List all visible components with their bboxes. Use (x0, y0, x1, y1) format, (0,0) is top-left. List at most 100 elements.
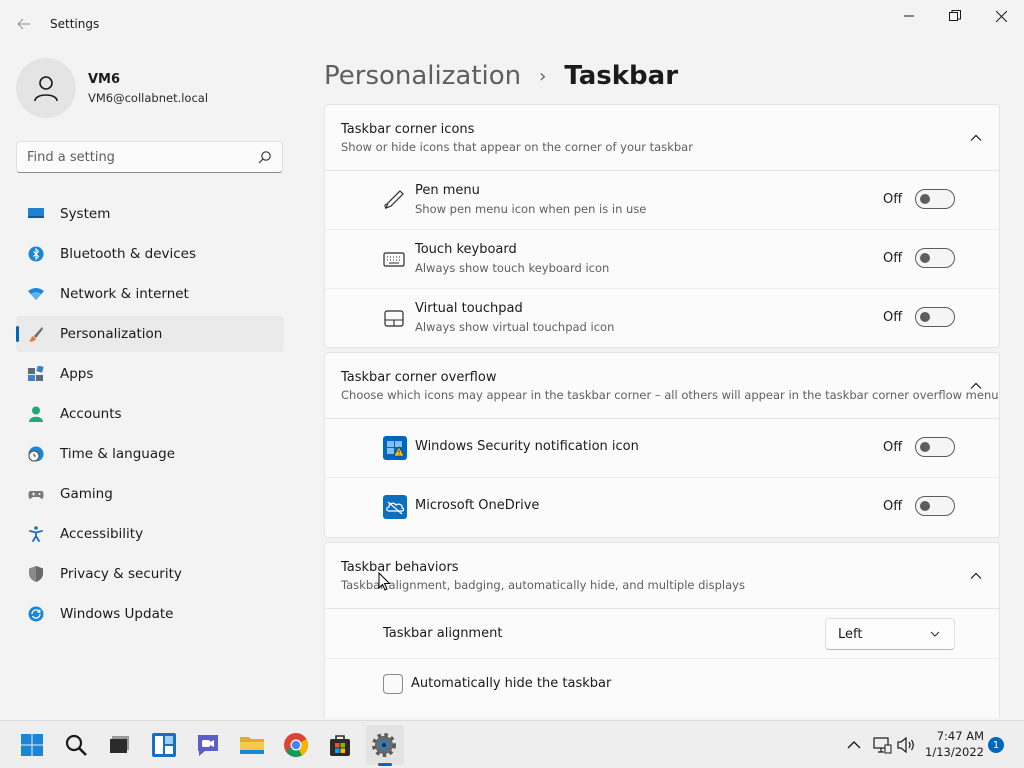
title-bar: Settings (0, 0, 1024, 48)
back-arrow-icon (17, 18, 30, 30)
minimize-button[interactable] (886, 0, 932, 32)
sidebar-item-label: System (60, 206, 111, 222)
store-icon (330, 735, 350, 756)
sidebar-item-label: Gaming (60, 486, 113, 502)
sidebar-item-label: Accounts (60, 406, 122, 422)
corner-overflow-header[interactable]: Taskbar corner overflow Choose which ico… (325, 353, 999, 419)
taskbar-search-button[interactable] (62, 731, 90, 759)
file-explorer-button[interactable] (238, 731, 266, 759)
search-icon (258, 151, 271, 164)
apps-icon (28, 366, 44, 381)
corner-icons-header[interactable]: Taskbar corner icons Show or hide icons … (325, 105, 999, 171)
card-title: Taskbar behaviors (341, 560, 459, 575)
chevron-up-icon[interactable] (969, 131, 983, 145)
sidebar-item-accounts[interactable]: Accounts (16, 396, 284, 432)
taskbar-alignment-select[interactable]: Left (825, 618, 955, 650)
chrome-icon (284, 733, 308, 758)
toggle-state-label: Off (883, 499, 903, 514)
select-value: Left (838, 627, 863, 642)
settings-content[interactable]: Taskbar corner icons Show or hide icons … (324, 104, 1000, 718)
chrome-button[interactable] (282, 731, 310, 759)
keyboard-icon (383, 252, 405, 267)
maximize-button[interactable] (932, 0, 978, 32)
taskbar: 7:47 AM 1/13/2022 1 (0, 720, 1024, 768)
clock[interactable]: 7:47 AM 1/13/2022 (918, 728, 984, 760)
onedrive-row: Microsoft OneDrive Off (325, 478, 999, 537)
breadcrumb: Personalization › Taskbar (324, 58, 678, 94)
chevron-down-icon (930, 631, 940, 637)
page-title: Taskbar (564, 61, 679, 91)
sidebar-item-label: Accessibility (60, 526, 144, 542)
start-button[interactable] (18, 731, 46, 759)
back-button[interactable] (10, 12, 38, 36)
corner-icons-card: Taskbar corner icons Show or hide icons … (324, 104, 1000, 348)
touchpad-icon (384, 310, 404, 327)
network-icon[interactable] (872, 735, 892, 755)
sidebar-item-bluetooth[interactable]: Bluetooth & devices (16, 236, 284, 272)
breadcrumb-parent[interactable]: Personalization (324, 61, 521, 91)
accessibility-icon (29, 526, 43, 542)
toggle-knob (920, 312, 930, 322)
touch-keyboard-toggle[interactable] (915, 248, 955, 268)
windows-security-icon (383, 436, 407, 460)
onedrive-toggle[interactable] (915, 496, 955, 516)
sidebar-item-label: Bluetooth & devices (60, 246, 197, 262)
chat-button[interactable] (194, 731, 222, 759)
search-input[interactable] (27, 142, 247, 172)
file-explorer-icon (240, 737, 264, 754)
sidebar-item-network[interactable]: Network & internet (16, 276, 284, 312)
sidebar-item-personalization[interactable]: Personalization (16, 316, 284, 352)
autohide-row: Automatically hide the taskbar (325, 659, 999, 709)
sidebar-item-gaming[interactable]: Gaming (16, 476, 284, 512)
task-view-icon (110, 736, 129, 753)
windows-security-row: Windows Security notification icon Off (325, 419, 999, 478)
touch-keyboard-row: Touch keyboard Always show touch keyboar… (325, 230, 999, 289)
bluetooth-icon (28, 246, 44, 262)
sidebar-item-label: Personalization (60, 326, 163, 342)
sidebar-item-system[interactable]: System (16, 196, 284, 232)
autohide-checkbox[interactable] (383, 674, 403, 694)
autohide-label[interactable]: Automatically hide the taskbar (411, 676, 611, 691)
search-icon (65, 734, 87, 756)
maximize-icon (949, 10, 961, 21)
chevron-up-icon[interactable] (844, 735, 864, 755)
chat-icon (198, 735, 218, 756)
close-button[interactable] (978, 0, 1024, 32)
card-title: Taskbar corner icons (341, 122, 475, 137)
user-email: VM6@collabnet.local (88, 91, 209, 105)
store-button[interactable] (326, 731, 354, 759)
person-icon (34, 76, 58, 102)
search-box[interactable] (16, 141, 283, 173)
sidebar-item-apps[interactable]: Apps (16, 356, 284, 392)
sidebar-item-accessibility[interactable]: Accessibility (16, 516, 284, 552)
notification-badge[interactable]: 1 (988, 737, 1004, 753)
toggle-knob (920, 253, 930, 263)
row-title: Microsoft OneDrive (415, 498, 540, 513)
toggle-state-label: Off (883, 251, 903, 266)
behaviors-header[interactable]: Taskbar behaviors Taskbar alignment, bad… (325, 543, 999, 609)
card-subtitle: Show or hide icons that appear on the co… (341, 140, 693, 154)
gamepad-icon (28, 491, 44, 499)
task-view-button[interactable] (106, 731, 134, 759)
chevron-up-icon[interactable] (969, 569, 983, 583)
sidebar-item-privacy-security[interactable]: Privacy & security (16, 556, 284, 592)
globe-clock-icon (28, 446, 44, 462)
widgets-button[interactable] (150, 731, 178, 759)
widgets-icon (152, 733, 176, 757)
chevron-up-icon[interactable] (969, 379, 983, 393)
windows-security-toggle[interactable] (915, 437, 955, 457)
accounts-icon (29, 406, 43, 422)
sidebar-item-windows-update[interactable]: Windows Update (16, 596, 284, 632)
volume-icon[interactable] (896, 735, 916, 755)
settings-app-button[interactable] (370, 731, 398, 759)
toggle-knob (920, 501, 930, 511)
pen-menu-toggle[interactable] (915, 189, 955, 209)
user-profile[interactable]: VM6 VM6@collabnet.local (16, 58, 286, 118)
sidebar-item-time-language[interactable]: Time & language (16, 436, 284, 472)
avatar[interactable] (16, 58, 76, 118)
taskbar-alignment-label: Taskbar alignment (383, 626, 503, 641)
active-app-indicator (378, 763, 392, 766)
virtual-touchpad-toggle[interactable] (915, 307, 955, 327)
row-title: Pen menu (415, 183, 480, 198)
shield-icon (29, 566, 43, 582)
